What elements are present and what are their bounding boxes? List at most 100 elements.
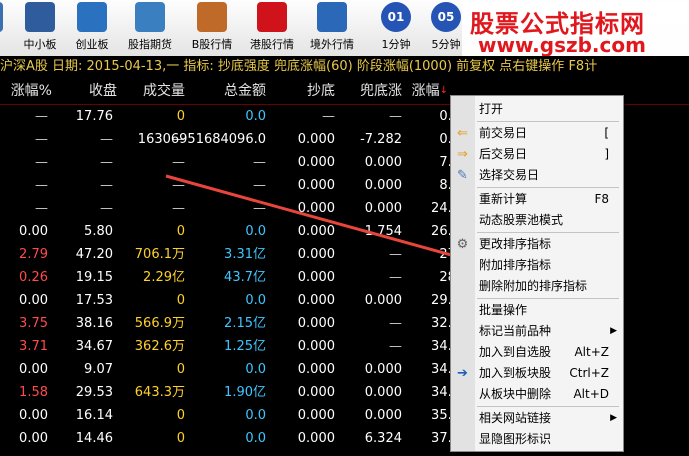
toolbar-button-label: 创业板 (75, 38, 109, 51)
table-cell: — (253, 178, 266, 193)
menu-item[interactable]: 从板块中删除 Alt+D (451, 384, 623, 405)
menu-item-shortcut: F8 (594, 192, 609, 206)
sort-desc-icon: ↓ (439, 85, 448, 96)
menu-item-label: 删除附加的排序指标 (479, 279, 588, 293)
menu-item[interactable]: 显隐图形标识 (451, 429, 623, 450)
menu-item-label: 加入到板块股 (479, 366, 552, 380)
add-to-block-icon: ➔ (457, 366, 468, 381)
hk-flower-icon (257, 2, 287, 32)
table-cell: 0.0 (245, 109, 266, 124)
table-cell: — (253, 201, 266, 216)
menu-item[interactable]: ⇒ 后交易日] (451, 144, 623, 165)
menu-item[interactable]: 相关网站链接 ▶ (451, 408, 623, 429)
table-cell: 1.90亿 (224, 385, 266, 400)
sort-settings-icon: ⚙ (456, 237, 469, 252)
menu-item[interactable]: ➔ 加入到板块股 Ctrl+Z (451, 363, 623, 384)
table-cell: 0.0 (380, 128, 460, 151)
table-cell: 8.5 (380, 174, 460, 197)
column-header-label: 成交量 (143, 83, 185, 99)
table-cell: 26.9 (431, 224, 460, 239)
watermark-url: www.gszb.com (478, 33, 646, 57)
menu-item[interactable]: 加入到自选股 Alt+Z (451, 342, 623, 363)
arrow-right-icon: ⇒ (457, 147, 468, 162)
menu-item-label: 加入到自选股 (479, 345, 552, 359)
submenu-arrow-icon: ▶ (610, 413, 617, 423)
context-menu: 打开 ⇐ 前交易日 [⇒ 后交易日] ✎ 选择交易日 重新计算 F8 动态股票池模式 ⚙ 更改排序指标… (450, 95, 624, 452)
menu-item-label: 后交易日 (479, 147, 528, 161)
status-info-line: 沪深A股 日期: 2015-04-13,一 指标: 抄底强度 兜底涨幅(60) … (0, 56, 689, 78)
calendar-pen-icon: ✎ (457, 168, 468, 183)
toolbar-button-5[interactable]: 港股行情 (244, 2, 300, 56)
menu-item[interactable]: 打开 (451, 99, 623, 120)
table-cell: 0.0 (380, 105, 460, 128)
magnifier-icon (317, 2, 347, 32)
menu-separator (477, 298, 619, 299)
menu-item[interactable]: 批量操作 (451, 300, 623, 321)
menu-separator (477, 121, 619, 122)
table-cell: 2.15亿 (224, 316, 266, 331)
table-cell: 28. (380, 266, 460, 289)
toolbar-button-3[interactable]: 股指期货 (122, 2, 178, 56)
menu-item-label: 选择交易日 (479, 168, 540, 182)
table-cell: 0.0 (245, 293, 266, 308)
table-cell: 24.6 (431, 201, 460, 216)
futures-icon (135, 2, 165, 32)
toolbar-button-label: 港股行情 (250, 38, 294, 51)
menu-item[interactable]: 附加排序指标 (451, 255, 623, 276)
toolbar-button-2[interactable]: 创业板 (64, 2, 120, 56)
menu-item-label: 附加排序指标 (479, 258, 552, 272)
toolbar-button-label: 股指期货 (128, 38, 172, 51)
menu-item-label: 动态股票池模式 (479, 213, 564, 227)
menu-item[interactable]: 标记当前品种 ▶ (451, 321, 623, 342)
info-text: 沪深A股 日期: 2015-04-13,一 指标: 抄底强度 兜底涨幅(60) … (0, 59, 598, 74)
menu-item[interactable]: 动态股票池模式 (451, 210, 623, 231)
menu-separator (477, 406, 619, 407)
column-header-3[interactable]: 总金额 (186, 78, 266, 104)
table-cell: 37.4 (431, 431, 460, 446)
toolbar-button-4[interactable]: B股行情 (184, 2, 240, 56)
badge-05-icon: 05 (431, 2, 461, 32)
menu-item-label: 前交易日 (479, 126, 528, 140)
menu-item-shortcut: Ctrl+Z (569, 366, 609, 380)
toolbar-button-label: 1分钟 (381, 38, 411, 51)
table-cell: 34.1 (431, 339, 460, 354)
table-cell: 0.0 (245, 431, 266, 446)
menu-item-label: 更改排序指标 (479, 237, 552, 251)
toolbar-button-7[interactable]: 01 1分钟 (368, 2, 424, 56)
table-cell: 32.3 (431, 316, 460, 331)
menu-item-label: 相关网站链接 (479, 411, 552, 425)
toolbar-button-label: 中小板 (23, 38, 57, 51)
menu-item-label: 从板块中删除 (479, 387, 552, 401)
table-cell: 35.0 (431, 408, 460, 423)
watermark: 股票公式指标网 www.gszb.com (462, 2, 689, 57)
menu-item-shortcut: [ (604, 126, 609, 140)
menu-item[interactable]: ⇐ 前交易日 [ (451, 123, 623, 144)
menu-item[interactable]: 删除附加的排序指标 (451, 276, 623, 297)
table-cell: 0.0 (245, 362, 266, 377)
menu-item-shortcut: Alt+D (573, 387, 609, 401)
menu-item[interactable]: ✎ 选择交易日 (451, 165, 623, 186)
table-cell: — (253, 155, 266, 170)
menu-item-shortcut: ] (604, 147, 609, 161)
table-cell: 34.2 (431, 385, 460, 400)
column-header-6[interactable]: 涨幅↓ (368, 78, 448, 104)
table-cell: 1.25亿 (224, 339, 266, 354)
menu-separator (477, 232, 619, 233)
table-cell: 27. (380, 243, 460, 266)
toolbar-button-label: B股行情 (191, 38, 233, 51)
table-cell: 7.3 (380, 151, 460, 174)
toolbar-button-label: 境外行情 (310, 38, 354, 51)
toolbar-button-6[interactable]: 境外行情 (304, 2, 360, 56)
submenu-arrow-icon: ▶ (610, 326, 617, 336)
table-cell: 34.1 (431, 362, 460, 377)
menu-item[interactable]: ⚙ 更改排序指标 (451, 234, 623, 255)
table-cell: 43.7亿 (224, 270, 266, 285)
menu-item[interactable]: 重新计算 F8 (451, 189, 623, 210)
toolbar-button-1[interactable]: 中小板 (12, 2, 68, 56)
table-cell: 29.5 (431, 293, 460, 308)
column-header-2[interactable]: 成交量 (105, 78, 185, 104)
menu-item-label: 标记当前品种 (479, 324, 552, 338)
menu-separator (477, 187, 619, 188)
table-cell: 16306951684096.0 (137, 132, 266, 147)
menu-item-label: 批量操作 (479, 303, 528, 317)
